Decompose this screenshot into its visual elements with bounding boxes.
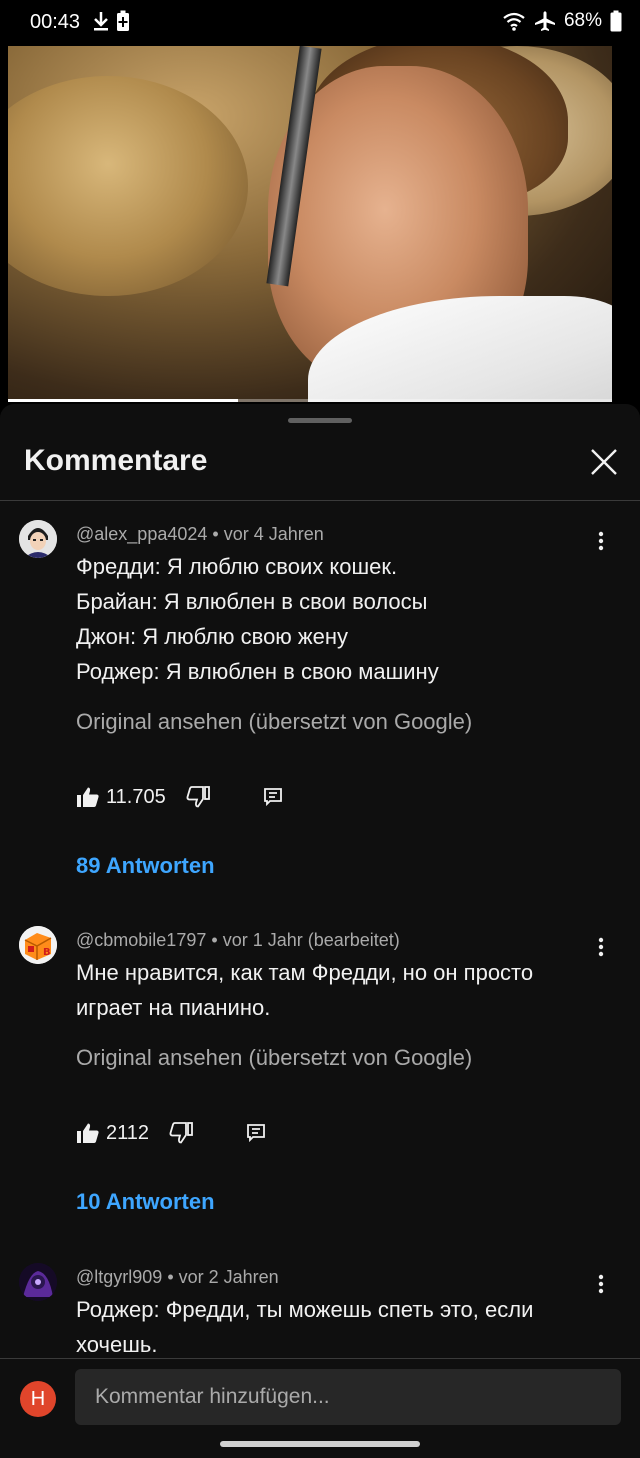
comment-actions: 2112 (76, 1119, 267, 1147)
user-avatar[interactable]: H (20, 1381, 56, 1417)
divider (0, 500, 640, 501)
meta-separator: • (167, 1267, 179, 1287)
comment-meta: @alex_ppa4024 • vor 4 Jahren (76, 524, 324, 545)
comment-text-line: Фредди: Я люблю своих кошек. (76, 554, 398, 579)
thumbs-down-icon (186, 786, 210, 808)
avatar[interactable] (19, 1263, 57, 1301)
comment-time: vor 4 Jahren (223, 524, 324, 544)
avatar[interactable]: B (19, 926, 57, 964)
thumbs-up-icon (77, 1123, 99, 1143)
view-original-link[interactable]: Original ansehen (übersetzt von Google) (76, 709, 472, 735)
airplane-icon (534, 11, 555, 31)
like-count: 2112 (106, 1121, 150, 1144)
svg-text:B: B (43, 947, 51, 958)
add-comment-input[interactable] (75, 1369, 621, 1425)
avatar-image (19, 520, 57, 558)
comment-text-line: Роджер: Я влюблен в свою машину (76, 659, 439, 684)
add-comment-bar: H (0, 1358, 640, 1458)
replies-link[interactable]: 89 Antworten (76, 853, 215, 879)
status-right: 68% (502, 10, 622, 32)
like-button[interactable] (76, 1122, 100, 1144)
more-options-button[interactable] (586, 1269, 616, 1299)
video-progress-fill (8, 399, 238, 402)
comment-author[interactable]: @cbmobile1797 (76, 930, 206, 950)
status-time: 00:43 (30, 11, 81, 33)
close-button[interactable] (586, 444, 622, 480)
reply-comment-icon (247, 1124, 265, 1143)
comment-meta: @ltgyrl909 • vor 2 Jahren (76, 1267, 279, 1288)
video-frame-cymbal (8, 76, 248, 296)
comment-time: vor 2 Jahren (178, 1267, 279, 1287)
like-count: 11.705 (106, 785, 166, 808)
video-progress-bar[interactable] (8, 399, 612, 402)
thumbs-up-icon (77, 787, 99, 807)
comment-text-line: Мне нравится, как там Фредди, но он прос… (76, 960, 534, 985)
reply-button[interactable] (262, 786, 284, 808)
comments-list: @alex_ppa4024 • vor 4 Jahren Фредди: Я л… (0, 504, 640, 1358)
comment-actions: 11.705 (76, 783, 284, 811)
comment-text-line: Роджер: Фредди, ты можешь спеть это, есл… (76, 1297, 534, 1322)
thumbs-down-icon (169, 1122, 193, 1144)
comment-meta: @cbmobile1797 • vor 1 Jahr (bearbeitet) (76, 930, 400, 951)
more-options-button[interactable] (586, 932, 616, 962)
comment-time: vor 1 Jahr (bearbeitet) (222, 930, 400, 950)
replies-link[interactable]: 10 Antworten (76, 1189, 215, 1215)
meta-separator: • (212, 524, 224, 544)
comment-text-line: Брайан: Я влюблен в свои волосы (76, 589, 428, 614)
comment-text-line: Джон: Я люблю свою жену (76, 624, 349, 649)
comment-text-line: хочешь. (76, 1332, 158, 1357)
panel-title: Kommentare (24, 444, 208, 477)
battery-icon (610, 10, 622, 32)
avatar[interactable] (19, 520, 57, 558)
avatar-image: B (19, 926, 57, 964)
dislike-button[interactable] (169, 1122, 193, 1144)
home-indicator[interactable] (220, 1441, 420, 1447)
avatar-image (19, 1263, 57, 1301)
drag-handle[interactable] (288, 418, 352, 423)
comment-author[interactable]: @ltgyrl909 (76, 1267, 162, 1287)
status-left-icons (92, 10, 130, 32)
comment-text-line: играет на пианино. (76, 995, 271, 1020)
like-button[interactable] (76, 786, 100, 808)
video-player[interactable] (8, 46, 612, 402)
wifi-icon (503, 12, 525, 31)
reply-button[interactable] (245, 1122, 267, 1144)
battery-percent: 68% (563, 10, 602, 31)
comments-panel: Kommentare @alex_ppa4024 • vor 4 Jahren … (0, 404, 640, 1458)
status-bar: 00:43 68% (0, 0, 640, 46)
close-icon (591, 449, 617, 475)
more-options-button[interactable] (586, 526, 616, 556)
download-icon (94, 12, 108, 31)
more-vert-icon (598, 1274, 604, 1294)
dislike-button[interactable] (186, 786, 210, 808)
more-vert-icon (598, 531, 604, 551)
reply-comment-icon (263, 788, 282, 807)
view-original-link[interactable]: Original ansehen (übersetzt von Google) (76, 1045, 472, 1071)
meta-separator: • (211, 930, 223, 950)
more-vert-icon (598, 937, 604, 957)
battery-saver-icon (117, 10, 129, 31)
comment-author[interactable]: @alex_ppa4024 (76, 524, 207, 544)
